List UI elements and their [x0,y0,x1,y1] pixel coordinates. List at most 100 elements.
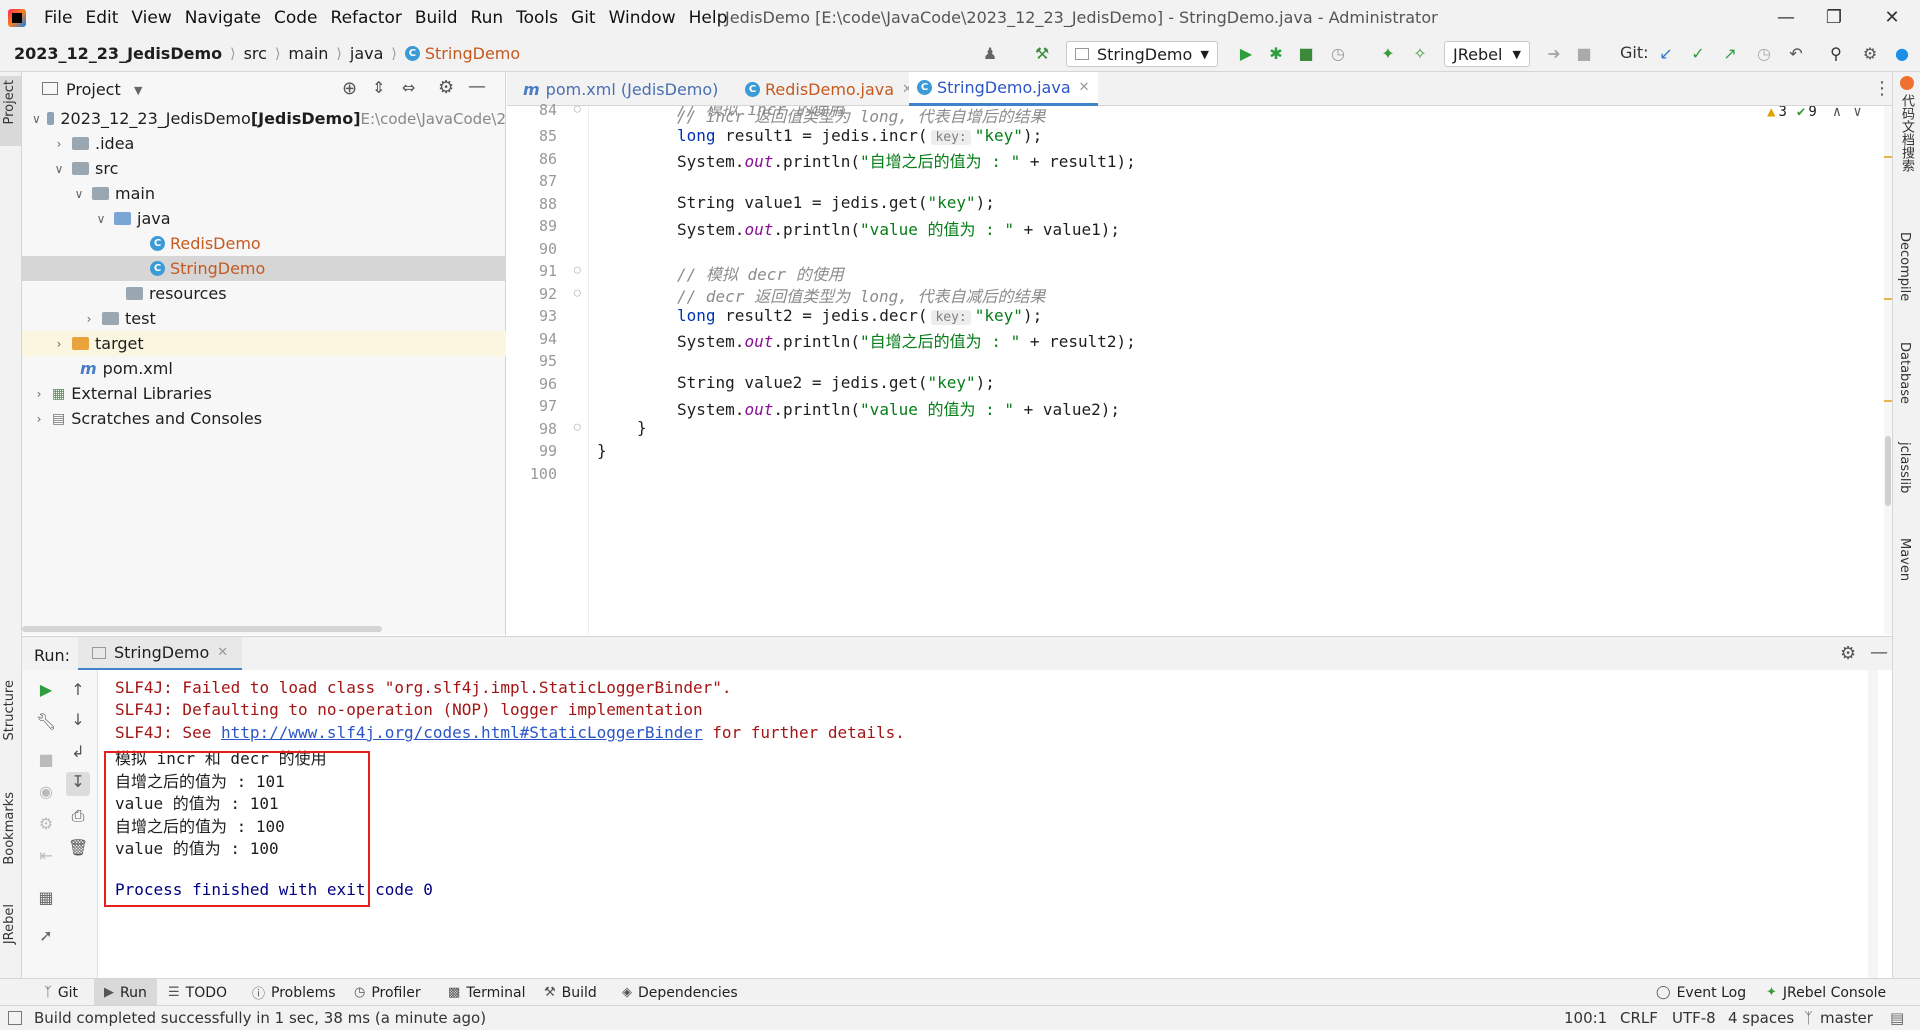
locate-icon[interactable]: ⊕ [342,78,357,99]
toggle-tool-windows-icon[interactable] [8,1011,22,1025]
vertical-scrollbar[interactable] [1885,436,1891,506]
search-icon[interactable]: ⚲ [1826,45,1846,63]
maven-tool-tab[interactable]: Maven [1897,538,1912,581]
inspection-widget[interactable]: ▲ 3 ✔ 9 ∧ ∨ [1767,106,1862,120]
gear-icon[interactable]: ⚙ [1840,643,1856,664]
menu-edit[interactable]: Edit [85,8,118,28]
close-icon[interactable]: ✕ [217,645,228,660]
jrebel-console-tool-button[interactable]: ✦ JRebel Console [1766,979,1886,1006]
menu-build[interactable]: Build [415,8,458,28]
chevron-down-icon[interactable]: ∨ [1853,106,1861,120]
rerun-icon[interactable]: ▶ [36,680,56,700]
project-tool-tab[interactable]: Project [2,80,17,124]
warning-marker[interactable] [1884,156,1892,158]
run-config-select[interactable]: StringDemo ▼ [1066,41,1218,67]
scroll-to-end-icon[interactable]: ↧ [66,772,90,796]
codegeex-tool-tab[interactable]: 代码文档搜索 [1897,94,1916,172]
tree-item-scratches[interactable]: › ▤ Scratches and Consoles [22,406,506,431]
run-tool-button[interactable]: ▶ Run [94,979,157,1006]
collapse-all-icon[interactable]: ⇔ [402,78,415,97]
hammer-icon[interactable]: ⚒ [1032,45,1052,63]
file-encoding[interactable]: UTF-8 [1672,1009,1716,1027]
profiler-tool-button[interactable]: ◷ Profiler [354,979,421,1006]
expand-all-icon[interactable]: ⇕ [372,78,385,97]
print-icon[interactable]: ⎙ [68,806,88,826]
code-editor[interactable]: // 模拟 incr 的使用 // incr 返回值类型为 long, 代表自增… [589,106,1889,635]
tree-item-redisdemo[interactable]: C RedisDemo [22,231,506,256]
menu-refactor[interactable]: Refactor [331,8,402,28]
jclasslib-tool-tab[interactable]: jclasslib [1897,442,1912,493]
tab-stringdemo[interactable]: C StringDemo.java ✕ [909,72,1098,106]
menu-view[interactable]: View [131,8,171,28]
git-commit-icon[interactable]: ✓ [1688,45,1708,63]
project-panel-title[interactable]: Project [66,80,121,99]
tree-item-project-root[interactable]: ∨ 2023_12_23_JedisDemo [JedisDemo] E:\co… [22,106,506,131]
tab-redisdemo[interactable]: C RedisDemo.java ✕ [737,72,921,106]
git-update-icon[interactable]: ↙ [1656,45,1676,63]
chevron-up-icon[interactable]: ∧ [1833,106,1841,120]
close-icon[interactable]: ✕ [1079,80,1090,95]
chevron-down-icon[interactable]: ▼ [134,84,142,97]
close-window-button[interactable]: ✕ [1880,6,1904,30]
console-link[interactable]: http://www.slf4j.org/codes.html#StaticLo… [221,723,703,742]
git-branch[interactable]: master [1820,1009,1873,1027]
fold-icon[interactable]: ◯ [574,102,581,115]
tree-item-stringdemo[interactable]: C StringDemo [22,256,506,281]
error-stripe[interactable] [1884,106,1892,635]
git-push-icon[interactable]: ↗ [1720,45,1740,63]
gear-icon[interactable]: ⚙ [1860,45,1880,63]
restore-button[interactable]: ❐ [1822,6,1846,30]
breadcrumb-project[interactable]: 2023_12_23_JedisDemo [14,44,222,63]
menu-help[interactable]: Help [689,8,728,28]
build-tool-button[interactable]: ⚒ Build [544,979,597,1006]
breadcrumb-class[interactable]: StringDemo [425,44,520,63]
tree-item-src[interactable]: ∨ src [22,156,506,181]
coverage-icon[interactable]: ■ [1296,45,1316,63]
stop-icon[interactable]: ■ [1574,45,1594,63]
history-icon[interactable]: ◷ [1754,45,1774,63]
jrebel-debug-icon[interactable]: ✧ [1410,45,1430,63]
horizontal-scrollbar[interactable] [22,626,382,632]
caret-position[interactable]: 100:1 [1564,1009,1607,1027]
bookmarks-tool-tab[interactable]: Bookmarks [2,792,17,865]
arrow-down-icon[interactable]: ↓ [68,710,88,730]
hide-panel-icon[interactable]: — [1870,642,1888,663]
tree-item-resources[interactable]: resources [22,281,506,306]
breadcrumb-java[interactable]: java [350,44,384,63]
debug-icon[interactable]: ✱ [1266,45,1286,63]
user-icon[interactable]: ♟ [980,45,1000,63]
event-log-tool-button[interactable]: ◯ Event Log [1656,979,1746,1006]
tree-item-java[interactable]: ∨ java [22,206,506,231]
line-separator[interactable]: CRLF [1620,1009,1658,1027]
breadcrumb-src[interactable]: src [244,44,267,63]
trash-icon[interactable]: 🗑︎ [68,838,88,858]
tree-item-idea[interactable]: › .idea [22,131,506,156]
plugin-icon[interactable]: ● [1892,45,1912,63]
structure-tool-tab[interactable]: Structure [2,680,17,740]
todo-tool-button[interactable]: ☰ TODO [168,979,227,1006]
more-tabs-icon[interactable]: ⋮ [1873,78,1891,99]
arrow-up-icon[interactable]: ↑ [68,680,88,700]
console-output[interactable]: SLF4J: Failed to load class "org.slf4j.i… [98,670,1880,978]
run-tab-stringdemo[interactable]: StringDemo ✕ [78,637,243,671]
jrebel-tool-tab[interactable]: JRebel [2,904,17,944]
warning-marker[interactable] [1884,400,1892,402]
minimize-button[interactable]: — [1774,6,1798,30]
memory-icon[interactable]: ▤ [1890,1009,1904,1027]
menu-window[interactable]: Window [609,8,676,28]
git-tool-button[interactable]: ᛉ Git [38,979,84,1006]
tree-item-external-libraries[interactable]: › ▦ External Libraries [22,381,506,406]
fold-icon[interactable]: ◯ [574,286,581,299]
tree-item-main[interactable]: ∨ main [22,181,506,206]
hide-panel-icon[interactable]: — [468,76,486,97]
indent-setting[interactable]: 4 spaces [1728,1009,1794,1027]
wrench-icon[interactable]: 🔧︎ [36,712,56,732]
console-scrollbar[interactable] [1868,670,1878,978]
gear-icon[interactable]: ⚙ [438,77,454,98]
stop-icon[interactable]: ■ [36,750,56,770]
terminal-tool-button[interactable]: ▩ Terminal [448,979,525,1006]
warning-marker[interactable] [1884,298,1892,300]
tree-item-test[interactable]: › test [22,306,506,331]
dependencies-tool-button[interactable]: ◈ Dependencies [622,979,738,1006]
pin-icon[interactable]: ➚ [36,926,56,946]
